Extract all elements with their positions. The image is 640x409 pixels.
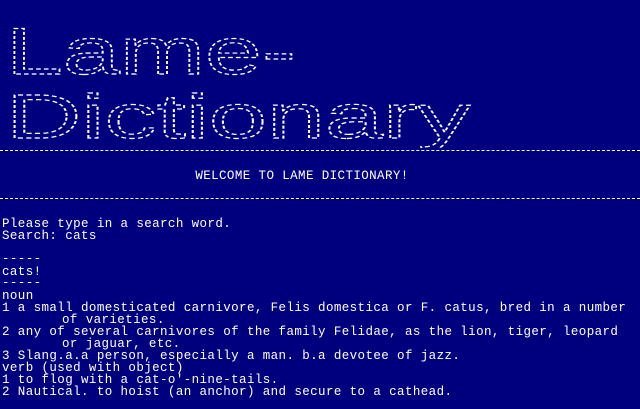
divider-top — [0, 150, 640, 151]
banner-art: Lame- Dictionary — [6, 18, 471, 148]
welcome-message: WELCOME TO LAME DICTIONARY! — [195, 169, 409, 183]
divider-bottom — [0, 198, 640, 199]
definition-verb-2: 2 Nautical. to hoist (an anchor) and sec… — [2, 385, 453, 399]
search-input-line[interactable]: Search: cats — [2, 230, 97, 243]
console-window: Lame- Dictionary WELCOME TO LAME DICTION… — [0, 0, 640, 409]
ascii-art-banner: Lame- Dictionary — [6, 18, 476, 148]
result-rule-top: ----- — [2, 252, 42, 266]
banner-line-2: Dictionary — [6, 83, 470, 148]
result-rule-bottom: ----- — [2, 276, 42, 290]
banner-line-1: Lame- — [6, 18, 296, 88]
